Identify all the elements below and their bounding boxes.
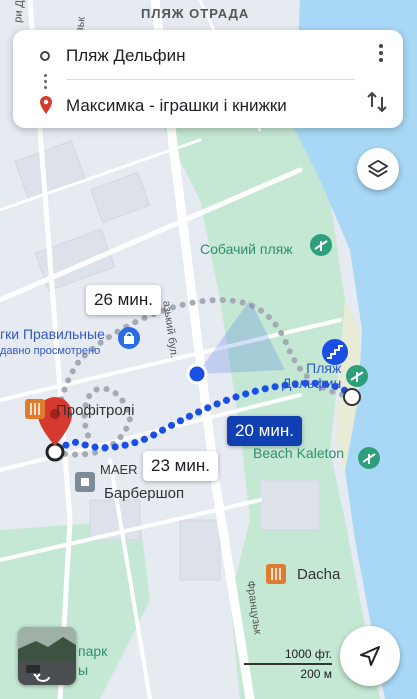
swap-vertical-icon[interactable] [365,90,389,114]
place-label-beach-kaleton: Beach Kaleton [253,445,345,461]
current-location-dot [186,363,208,385]
field-divider [66,79,355,80]
route-time-selected[interactable]: 20 мин. [227,416,302,446]
recenter-button[interactable] [340,626,400,686]
origin-field[interactable]: Пляж Дельфин [66,46,186,66]
beach-kaleton-poi-icon[interactable] [358,447,380,469]
street-view-thumbnail[interactable] [18,627,76,685]
place-label-dog-beach: Собачий пляж [200,241,293,257]
shopping-bag-poi-icon[interactable] [118,327,140,349]
area-label-top: ПЛЯЖ ОТРАДА [141,6,250,21]
dacha-restaurant-poi-icon[interactable] [266,564,286,584]
route-card: Пляж Дельфин Максимка - іграшки і книжки [13,30,403,128]
barbershop-poi-icon[interactable] [75,472,95,492]
route-start-marker[interactable] [343,388,361,406]
destination-field[interactable]: Максимка - іграшки і книжки [66,96,287,116]
origin-row[interactable]: Пляж Дельфин [13,34,403,78]
place-label-toys-shop: гки Правильные [0,326,105,342]
navigate-arrow-icon [360,646,380,666]
place-label-profitroli: Профітролі [56,402,135,419]
more-vertical-icon[interactable] [379,44,383,65]
beach-delfin-poi-icon[interactable] [346,365,368,387]
layers-button[interactable] [357,148,399,190]
place-label-toys-shop-sub: давно просмотрено [0,345,101,357]
origin-circle-icon [40,51,50,61]
street-view-image [18,627,76,685]
scale-bar: 1000 фт. 200 м [244,647,332,681]
place-label-barbershop: Барбершоп [104,485,185,502]
place-label-park-2: ы [78,662,89,678]
route-time-26[interactable]: 26 мин. [86,285,161,315]
destination-row[interactable]: Максимка - іграшки і книжки [13,84,403,128]
beach-poi-icon[interactable] [310,234,332,256]
place-label-park: парк [78,643,108,659]
route-end-marker[interactable] [45,442,65,462]
route-time-23[interactable]: 23 мин. [143,451,218,481]
destination-pin-small-icon [40,96,52,114]
place-label-maer: MAER [100,462,138,477]
restaurant-poi-icon[interactable] [25,399,45,419]
place-label-beach-delfin: Пляж Дельфин [282,360,342,391]
place-label-dacha: Dacha [297,566,341,583]
scale-metric: 200 м [244,663,332,681]
scale-imperial: 1000 фт. [284,647,332,661]
layers-icon [367,159,389,178]
